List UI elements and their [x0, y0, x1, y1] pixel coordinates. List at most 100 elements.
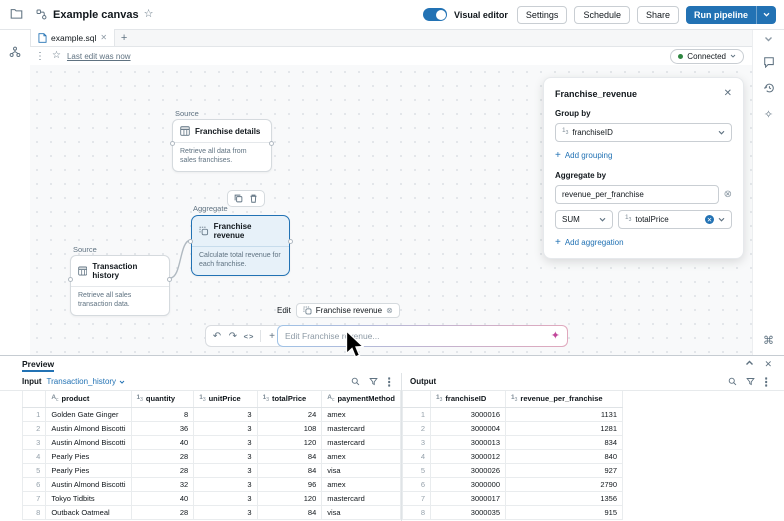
column-header-quantity[interactable]: 13 quantity — [131, 391, 195, 408]
run-pipeline-button[interactable]: Run pipeline — [686, 5, 776, 24]
cell: 3 — [193, 449, 258, 464]
page-title: Example canvas — [53, 8, 139, 21]
redo-icon[interactable]: ↷ — [226, 331, 240, 342]
cell: 40 — [131, 491, 195, 506]
row-number: 4 — [402, 449, 431, 464]
filter-icon[interactable] — [369, 377, 378, 386]
share-button[interactable]: Share — [636, 5, 679, 24]
agg-column-select[interactable]: 13 totalPrice ✕ — [618, 210, 732, 229]
keyboard-shortcuts-icon[interactable]: ⌘ — [763, 334, 774, 347]
filter-icon[interactable] — [746, 377, 755, 386]
cell: amex — [321, 477, 401, 492]
add-tab-button[interactable]: + — [115, 29, 133, 46]
row-number: 7 — [22, 491, 47, 506]
table-icon — [180, 126, 190, 136]
preview-tab[interactable]: Preview — [22, 359, 55, 372]
table-row: 3 Austin Almond Biscotti 40 3 120 mastercard — [22, 435, 401, 450]
input-port[interactable] — [170, 141, 175, 146]
tab-example-sql[interactable]: example.sql ✕ — [30, 29, 116, 46]
column-header-franchiseID[interactable]: 13 franchiseID — [430, 391, 506, 408]
cell: 84 — [257, 505, 323, 520]
input-port[interactable] — [188, 239, 193, 244]
output-port[interactable] — [167, 277, 172, 282]
number-type-icon: 13 — [262, 393, 269, 403]
agg-function-select[interactable]: SUM — [555, 210, 613, 229]
output-port[interactable] — [288, 239, 293, 244]
node-title: Franchise details — [195, 126, 261, 136]
edit-target-chip[interactable]: Franchise revenue ⊗ — [295, 303, 400, 318]
ai-edit-input-wrap: ✦ — [277, 325, 568, 347]
number-type-icon: 13 — [562, 127, 569, 137]
connected-status-badge[interactable]: Connected — [670, 48, 744, 64]
number-type-icon: 13 — [436, 393, 443, 403]
close-preview-icon[interactable]: ✕ — [764, 360, 772, 369]
trash-icon[interactable] — [249, 194, 258, 203]
comments-icon[interactable] — [763, 56, 775, 68]
cell: 3 — [193, 435, 258, 450]
assistant-sparkle-icon[interactable]: ✧ — [764, 108, 773, 121]
duplicate-icon[interactable] — [234, 194, 243, 203]
group-by-select[interactable]: 13 franchiseID — [555, 123, 732, 142]
top-bar: Example canvas ☆ Visual editor Settings … — [0, 0, 784, 30]
cell: mastercard — [321, 421, 401, 436]
more-menu-icon[interactable]: ⋮ — [34, 51, 46, 62]
cell: 1356 — [505, 491, 623, 506]
visual-editor-toggle[interactable] — [423, 8, 448, 21]
table-row: 2 3000004 1281 — [402, 421, 623, 436]
node-franchise-details[interactable]: Franchise details Retrieve all data from… — [170, 119, 274, 172]
column-header-product[interactable]: Ac product — [45, 391, 132, 408]
collapse-preview-chevron-icon[interactable] — [745, 360, 754, 366]
add-grouping-button[interactable]: + Add grouping — [555, 150, 732, 161]
schedule-button[interactable]: Schedule — [574, 5, 630, 24]
output-port[interactable] — [269, 141, 274, 146]
table-header-row: 13 franchiseID 13 revenue_per_franchise — [402, 391, 623, 408]
ai-edit-input[interactable] — [285, 331, 551, 341]
node-description: Retrieve all data from sales franchises. — [180, 148, 247, 165]
node-transaction-history[interactable]: Transaction history Retrieve all sales t… — [68, 255, 172, 316]
string-type-icon: Ac — [327, 393, 335, 403]
panel-close-icon[interactable]: ✕ — [724, 88, 732, 99]
column-header-totalPrice[interactable]: 13 totalPrice — [257, 391, 323, 408]
code-view-icon[interactable]: <> — [242, 332, 256, 341]
output-label: Output — [410, 377, 437, 386]
tab-close-icon[interactable]: ✕ — [100, 33, 107, 42]
kebab-menu-icon[interactable] — [764, 376, 768, 387]
input-source-select[interactable]: Transaction_history — [47, 377, 126, 386]
plus-icon: + — [555, 150, 561, 161]
node-description: Calculate total revenue for each franchi… — [199, 252, 281, 269]
folder-icon[interactable] — [6, 5, 26, 25]
ai-sparkle-icon[interactable]: ✦ — [551, 330, 560, 342]
input-port[interactable] — [68, 277, 73, 282]
last-edit-link[interactable]: Last edit was now — [67, 52, 131, 61]
cell: mastercard — [321, 435, 401, 450]
column-header-unitPrice[interactable]: 13 unitPrice — [193, 391, 258, 408]
pipeline-graph-icon[interactable] — [5, 42, 25, 62]
aggregate-name-input[interactable] — [555, 185, 719, 204]
star-file-icon[interactable]: ☆ — [52, 51, 61, 61]
cell: Austin Almond Biscotti — [45, 435, 132, 450]
panel-title: Franchise_revenue — [555, 88, 638, 99]
kebab-menu-icon[interactable] — [387, 376, 391, 387]
node-franchise-revenue[interactable]: Franchise revenue Calculate total revenu… — [188, 215, 293, 276]
search-icon[interactable] — [728, 377, 737, 386]
cell: 84 — [257, 449, 323, 464]
row-number: 3 — [22, 435, 47, 450]
chip-remove-icon[interactable]: ⊗ — [386, 306, 393, 315]
add-aggregation-button[interactable]: + Add aggregation — [555, 237, 732, 248]
settings-button[interactable]: Settings — [516, 5, 568, 24]
table-row: 3 3000013 834 — [402, 435, 623, 450]
column-header-paymentMethod[interactable]: Ac paymentMethod — [321, 391, 401, 408]
preview-input-section: Input Transaction_history Ac product 13 qua… — [0, 373, 402, 521]
remove-aggregation-icon[interactable]: ⊗ — [724, 189, 732, 200]
chevron-down-icon — [119, 380, 125, 384]
column-header-revenue_per_franchise[interactable]: 13 revenue_per_franchise — [505, 391, 623, 408]
favorite-star-icon[interactable]: ☆ — [144, 9, 154, 20]
history-icon[interactable] — [763, 82, 775, 94]
collapse-panel-chevron-icon[interactable] — [764, 36, 773, 42]
run-pipeline-dropdown-chevron[interactable] — [757, 12, 776, 17]
table-row: 2 Austin Almond Biscotti 36 3 108 mastercard — [22, 421, 401, 436]
clear-column-icon[interactable]: ✕ — [705, 215, 714, 224]
undo-icon[interactable]: ↶ — [210, 331, 224, 342]
pipeline-canvas[interactable]: Source Franchise details Retrieve all da… — [30, 65, 752, 355]
search-icon[interactable] — [351, 377, 360, 386]
